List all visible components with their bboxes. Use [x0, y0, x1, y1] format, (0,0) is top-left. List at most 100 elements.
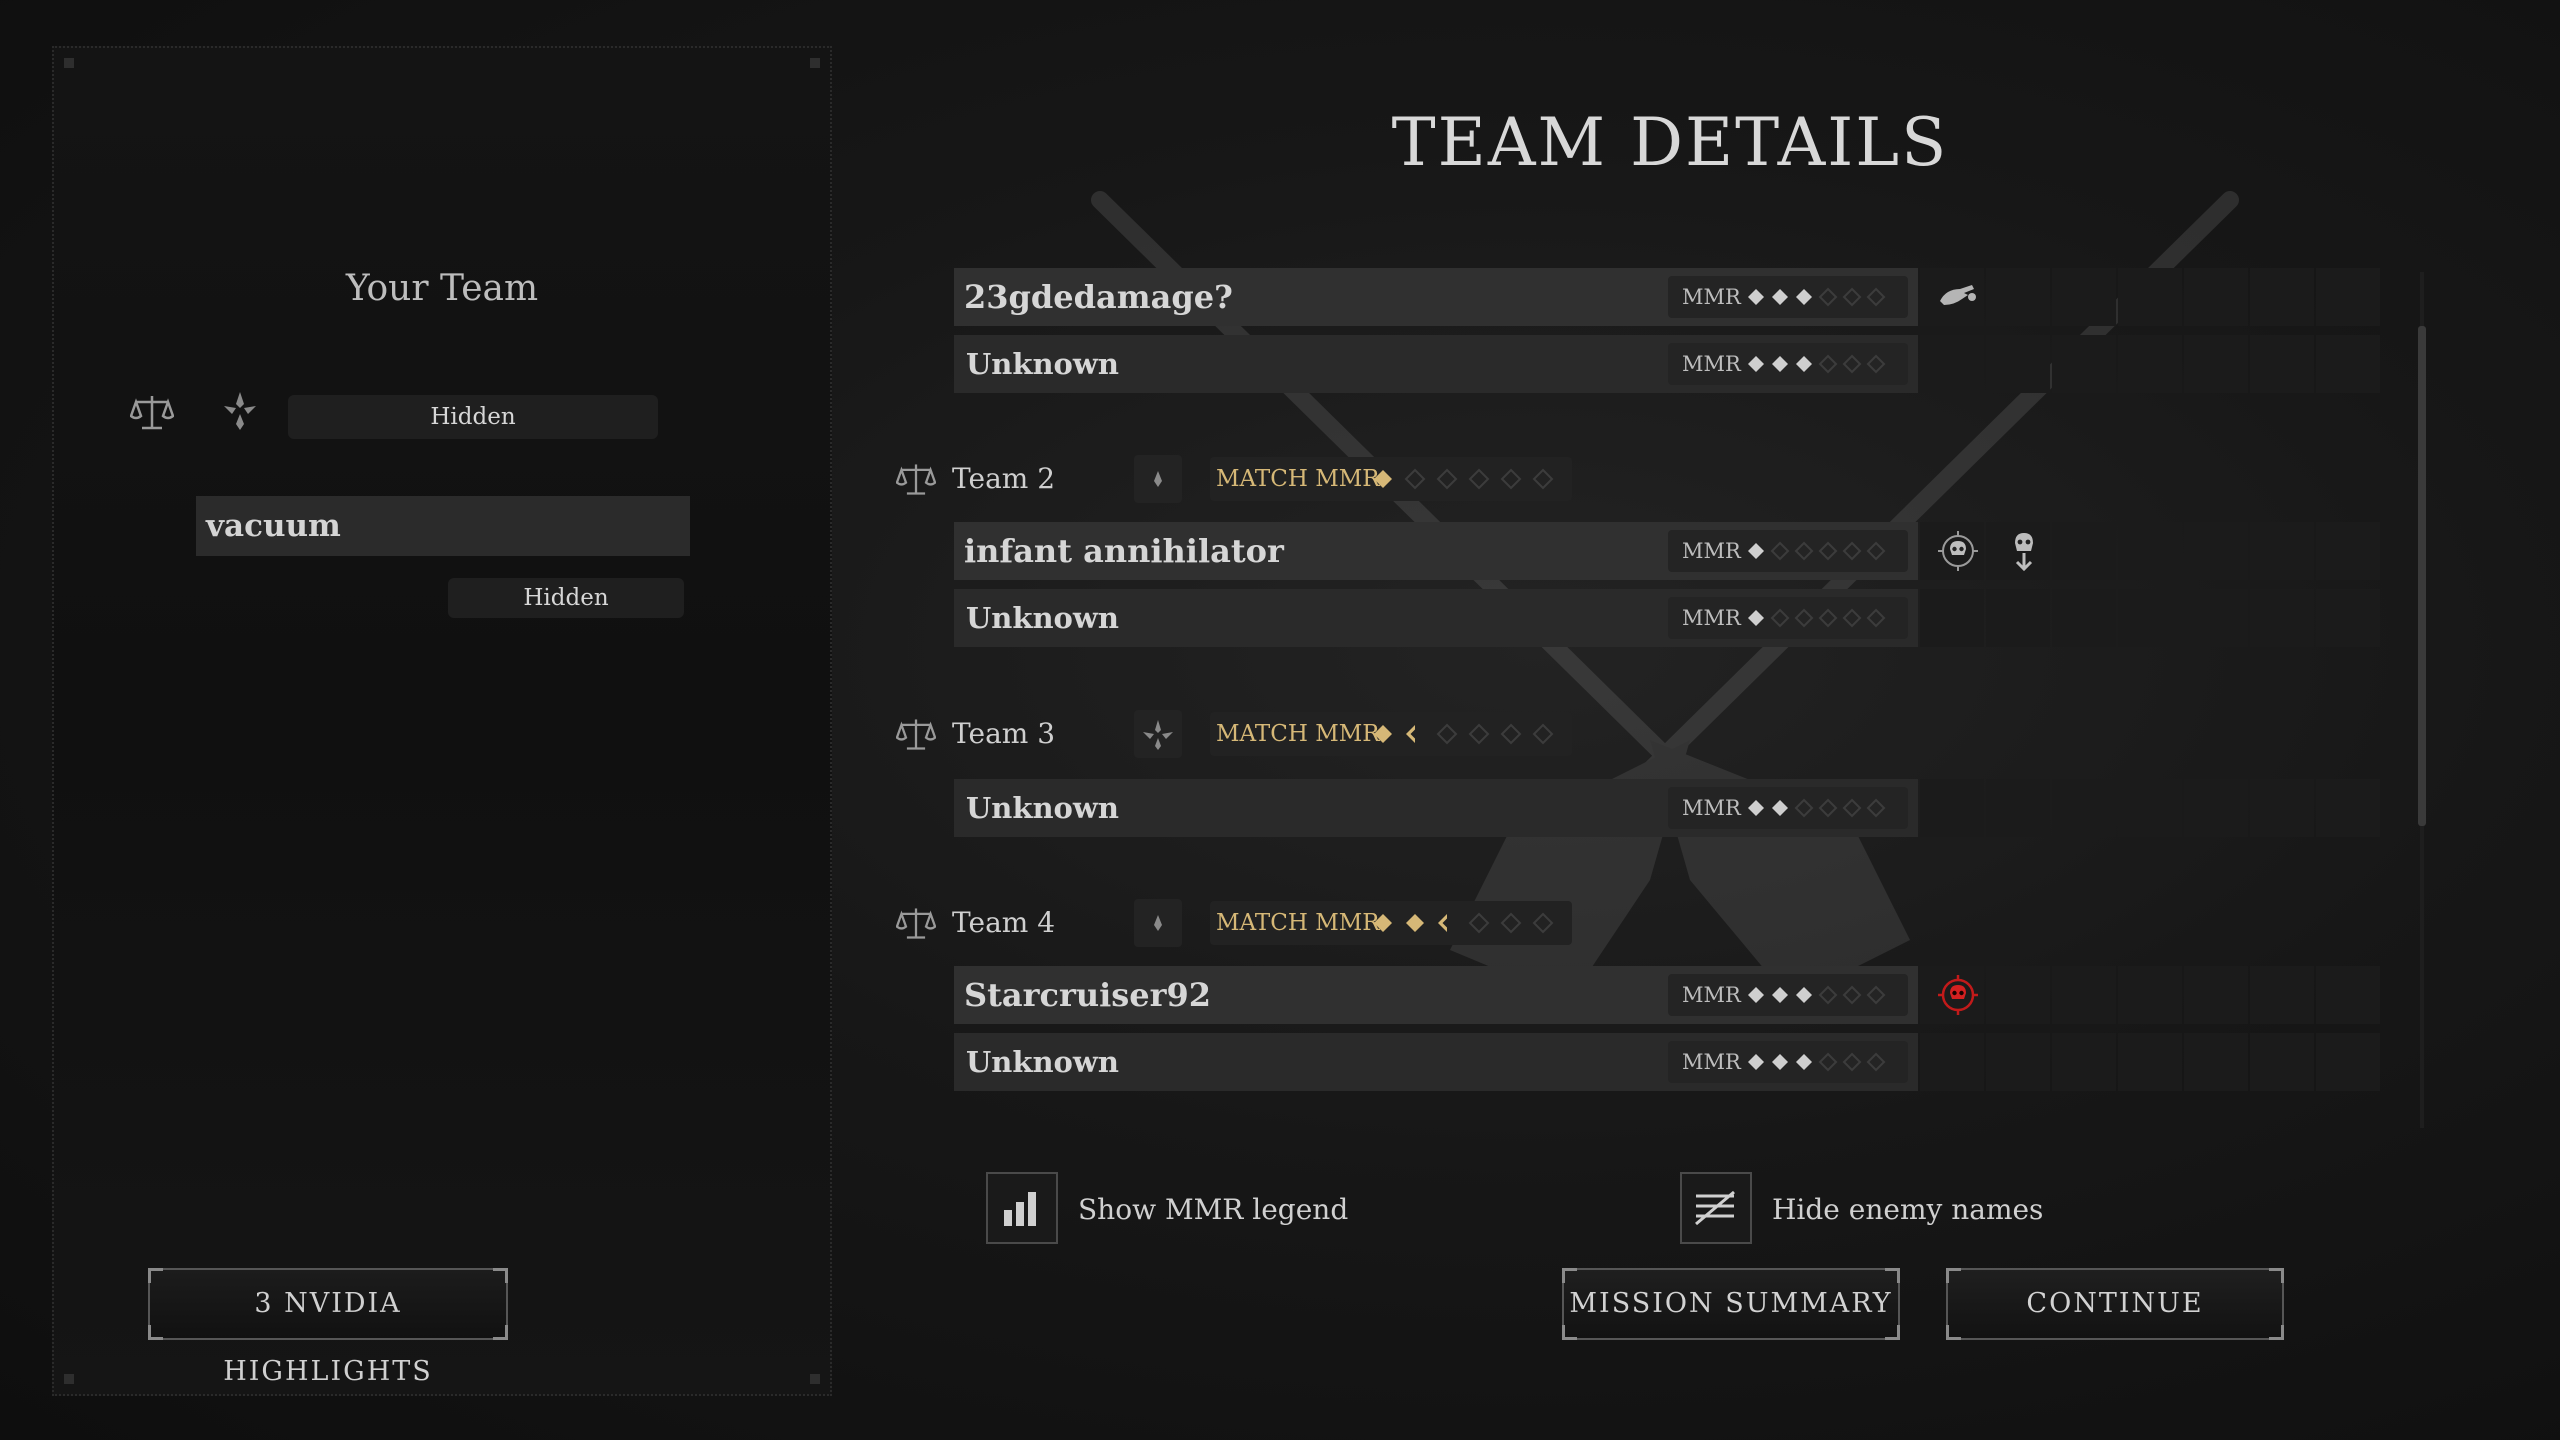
row-icon-grid: [1918, 1033, 2388, 1091]
your-team-panel: Your Team Hidden vacuum Hidden 3 NVIDIA …: [52, 46, 832, 1396]
mmr-star-empty: [1818, 541, 1838, 561]
row-icon-grid: [1918, 589, 2388, 647]
match-mmr: MATCH MMR: [1210, 901, 1572, 945]
match-mmr-label: MATCH MMR: [1216, 721, 1380, 747]
mmr-star-empty: [1818, 985, 1838, 1005]
empty-slot: [1986, 1033, 2050, 1091]
hide-enemy-names-label: Hide enemy names: [1772, 1193, 2044, 1226]
mmr-rating: MMR: [1668, 974, 1908, 1016]
hide-enemy-names-checkbox[interactable]: [1680, 1172, 1752, 1244]
empty-slot: [2250, 335, 2314, 393]
mmr-stars: [1748, 541, 1886, 561]
mmr-star-empty: [1794, 541, 1814, 561]
team-header-3: Team 3 MATCH MMR: [896, 708, 1596, 760]
mmr-star-empty: [1866, 287, 1886, 307]
mmr-star-filled: [1796, 987, 1812, 1003]
player-row[interactable]: 23gdedamage? MMR: [954, 268, 1918, 326]
empty-slot: [1920, 589, 1984, 647]
mmr-stars: [1748, 287, 1886, 307]
mmr-star-empty: [1500, 468, 1522, 490]
player-row[interactable]: infant annihilator MMR: [954, 522, 1918, 580]
mmr-star-empty: [1818, 354, 1838, 374]
mmr-star-filled: [1748, 289, 1764, 305]
mmr-label: MMR: [1682, 983, 1741, 1007]
match-mmr-stars: [1374, 723, 1554, 745]
balance-scale-icon: [130, 396, 174, 430]
player-row[interactable]: Starcruiser92 MMR: [954, 966, 1918, 1024]
empty-slot: [2184, 779, 2248, 837]
mmr-star-empty: [1842, 287, 1862, 307]
mmr-star-empty: [1770, 608, 1790, 628]
empty-slot: [2316, 335, 2380, 393]
panel-corner: [64, 1374, 74, 1384]
empty-slot: [1986, 268, 2050, 326]
mmr-star-empty: [1468, 468, 1490, 490]
empty-slot: [2118, 522, 2182, 580]
empty-slot: [2118, 589, 2182, 647]
mmr-star-filled: [1374, 914, 1392, 932]
empty-slot: [2118, 779, 2182, 837]
strikethrough-list-icon: [1695, 1190, 1735, 1226]
player-row[interactable]: Unknown MMR: [954, 335, 1918, 393]
match-mmr: MATCH MMR: [1210, 712, 1572, 756]
empty-slot: [2250, 589, 2314, 647]
mmr-star-empty: [1818, 1052, 1838, 1072]
mmr-star-filled: [1796, 1054, 1812, 1070]
empty-slot: [2052, 268, 2116, 326]
team-header-4: Team 4 MATCH MMR: [896, 897, 1596, 949]
rank-emblem-icon: [224, 392, 256, 430]
panel-corner: [810, 58, 820, 68]
mmr-rating: MMR: [1668, 787, 1908, 829]
rank-emblem-icon: [1134, 899, 1182, 947]
empty-slot: [2316, 966, 2380, 1024]
player-mmr-hidden: Hidden: [448, 578, 684, 618]
mmr-label: MMR: [1682, 539, 1741, 563]
scrollbar-thumb[interactable]: [2418, 326, 2426, 826]
mmr-star-empty: [1500, 912, 1522, 934]
match-mmr-stars: [1374, 912, 1554, 934]
player-name: 23gdedamage?: [964, 278, 1233, 316]
nvidia-highlights-button[interactable]: 3 NVIDIA HIGHLIGHTS: [148, 1268, 508, 1387]
player-row[interactable]: Unknown MMR: [954, 779, 1918, 837]
empty-slot: [1986, 779, 2050, 837]
mmr-star-empty: [1866, 985, 1886, 1005]
player-row[interactable]: Unknown MMR: [954, 589, 1918, 647]
panel-corner: [64, 58, 74, 68]
hand-reach-icon: [1940, 285, 1976, 305]
mmr-star-empty: [1818, 798, 1838, 818]
empty-slot: [2184, 1033, 2248, 1091]
continue-button[interactable]: CONTINUE: [1946, 1268, 2284, 1340]
mmr-star-empty: [1468, 912, 1490, 934]
empty-slot: [1920, 1033, 1984, 1091]
mmr-star-filled: [1748, 543, 1764, 559]
mmr-rating: MMR: [1668, 343, 1908, 385]
mmr-star-half: [1438, 914, 1447, 932]
mmr-star-filled: [1748, 1054, 1764, 1070]
mmr-rating: MMR: [1668, 1041, 1908, 1083]
mmr-star-empty: [1866, 608, 1886, 628]
row-icon-grid: [1918, 522, 2388, 580]
player-name: Starcruiser92: [964, 976, 1212, 1014]
empty-slot: [2118, 268, 2182, 326]
team-label: Team 2: [952, 462, 1056, 495]
mission-summary-button[interactable]: MISSION SUMMARY: [1562, 1268, 1900, 1340]
balance-scale-icon: [896, 719, 936, 750]
empty-slot: [2052, 589, 2116, 647]
mmr-star-filled: [1748, 987, 1764, 1003]
mmr-star-empty: [1842, 354, 1862, 374]
mmr-star-empty: [1794, 608, 1814, 628]
empty-slot: [2316, 268, 2380, 326]
show-mmr-legend-checkbox[interactable]: [986, 1172, 1058, 1244]
player-name-vacuum: vacuum: [196, 496, 690, 556]
player-name: Unknown: [966, 791, 1119, 825]
mmr-stars: [1748, 985, 1886, 1005]
empty-slot: [2184, 966, 2248, 1024]
empty-slot: [2250, 268, 2314, 326]
continue-label: CONTINUE: [2026, 1288, 2204, 1319]
mmr-stars: [1748, 354, 1886, 374]
empty-slot: [2184, 589, 2248, 647]
mmr-star-filled: [1406, 914, 1424, 932]
row-icon-grid: [1918, 966, 2388, 1024]
player-row[interactable]: Unknown MMR: [954, 1033, 1918, 1091]
mmr-stars: [1748, 798, 1886, 818]
